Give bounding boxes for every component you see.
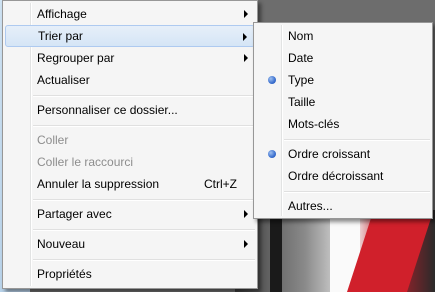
menu-item-label: Partager avec — [37, 207, 112, 221]
chevron-right-icon — [243, 33, 247, 41]
menu-item-label: Mots-clés — [288, 117, 340, 131]
menu-item-label: Trier par — [38, 29, 83, 43]
menu-separator — [33, 125, 255, 127]
sort-submenu: Nom Date Type Taille Mots-clés Ordre cro… — [253, 22, 433, 219]
radio-bullet-icon — [268, 150, 276, 158]
menu-item-label: Coller — [37, 133, 69, 147]
menu-item-affichage[interactable]: Affichage — [5, 3, 255, 25]
menu-item-label: Annuler la suppression — [37, 177, 160, 191]
menu-item-label: Ordre croissant — [288, 147, 371, 161]
menu-separator — [33, 95, 255, 97]
menu-item-label: Ordre décroissant — [288, 169, 384, 183]
menu-item-trier-par[interactable]: Trier par — [5, 25, 255, 47]
menu-separator — [33, 199, 255, 201]
menu-item-annuler-suppression[interactable]: Annuler la suppression Ctrl+Z — [5, 173, 255, 195]
menu-item-label: Personnaliser ce dossier... — [37, 103, 178, 117]
menu-item-coller[interactable]: Coller — [5, 129, 255, 151]
background-photo-dark-pole — [270, 215, 282, 292]
menu-item-label: Date — [288, 51, 314, 65]
sort-option-mots-cles[interactable]: Mots-clés — [256, 113, 430, 135]
menu-item-proprietes[interactable]: Propriétés — [5, 263, 255, 285]
menu-item-label: Regrouper par — [37, 51, 115, 65]
menu-item-actualiser[interactable]: Actualiser — [5, 69, 255, 91]
sort-order-descending[interactable]: Ordre décroissant — [256, 165, 430, 187]
menu-item-label: Nouveau — [37, 237, 86, 251]
menu-item-label: Propriétés — [37, 267, 92, 281]
sort-option-nom[interactable]: Nom — [256, 25, 430, 47]
sort-option-autres[interactable]: Autres... — [256, 195, 430, 217]
menu-separator — [33, 229, 255, 231]
menu-separator — [33, 259, 255, 261]
chevron-right-icon — [244, 210, 248, 218]
sort-option-taille[interactable]: Taille — [256, 91, 430, 113]
shortcut-label: Ctrl+Z — [204, 177, 237, 191]
menu-separator — [284, 191, 430, 193]
menu-item-partager-avec[interactable]: Partager avec — [5, 203, 255, 225]
menu-item-label: Taille — [288, 95, 316, 109]
menu-item-label: Affichage — [37, 7, 87, 21]
sort-order-ascending[interactable]: Ordre croissant — [256, 143, 430, 165]
sort-option-date[interactable]: Date — [256, 47, 430, 69]
menu-item-label: Autres... — [288, 199, 333, 213]
menu-item-label: Type — [288, 73, 315, 87]
menu-item-coller-raccourci[interactable]: Coller le raccourci — [5, 151, 255, 173]
radio-bullet-icon — [268, 76, 276, 84]
menu-item-personnaliser-dossier[interactable]: Personnaliser ce dossier... — [5, 99, 255, 121]
chevron-right-icon — [244, 10, 248, 18]
menu-item-label: Actualiser — [37, 73, 90, 87]
menu-item-label: Coller le raccourci — [37, 155, 134, 169]
sort-option-type[interactable]: Type — [256, 69, 430, 91]
menu-separator — [284, 139, 430, 141]
chevron-right-icon — [244, 240, 248, 248]
context-menu: Affichage Trier par Regrouper par Actual… — [2, 0, 258, 289]
menu-item-nouveau[interactable]: Nouveau — [5, 233, 255, 255]
menu-item-regrouper-par[interactable]: Regrouper par — [5, 47, 255, 69]
menu-item-label: Nom — [288, 29, 314, 43]
chevron-right-icon — [244, 54, 248, 62]
